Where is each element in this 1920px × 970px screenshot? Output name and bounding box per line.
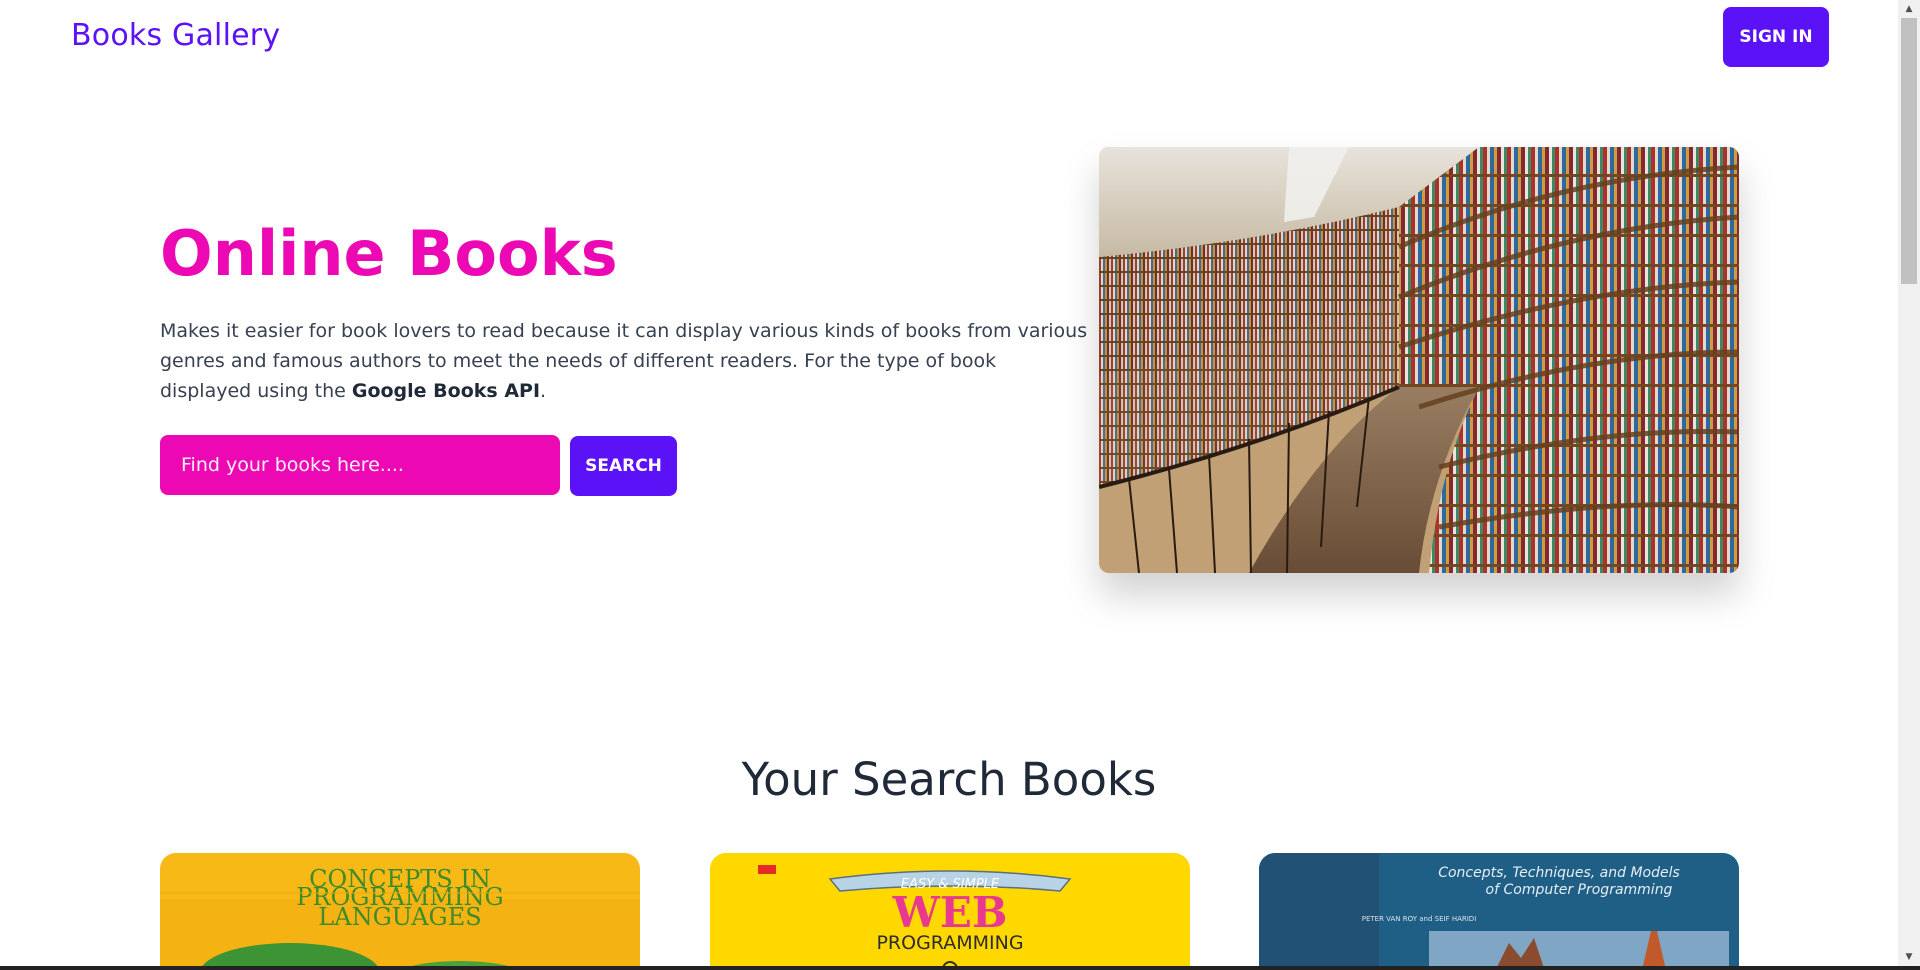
book-cover-line: of Computer Programming	[1486, 882, 1673, 898]
book-card[interactable]: Concepts, Techniques, and Models of Comp…	[1259, 853, 1739, 970]
hero-description-text: Makes it easier for book lovers to read …	[160, 320, 1088, 402]
search-input[interactable]	[160, 435, 560, 495]
scroll-down-arrow-icon[interactable]: ▼	[1898, 948, 1920, 966]
hero-title: Online Books	[160, 217, 618, 290]
hero-description-end: .	[540, 380, 547, 402]
brand-logo[interactable]: Books Gallery	[71, 18, 280, 53]
sign-in-button[interactable]: SIGN IN	[1723, 7, 1829, 67]
search-results-title: Your Search Books	[741, 753, 1157, 806]
hero-description: Makes it easier for book lovers to read …	[160, 316, 1090, 406]
google-books-api-label: Google Books API	[351, 380, 541, 402]
book-card[interactable]: CONCEPTS IN PROGRAMMING LANGUAGES	[160, 853, 640, 970]
book-cover-line: Concepts, Techniques, and Models	[1438, 865, 1680, 881]
vertical-scrollbar[interactable]: ▲ ▼	[1898, 0, 1920, 966]
book-cover-image: CONCEPTS IN PROGRAMMING LANGUAGES	[160, 853, 640, 970]
navbar: Books Gallery SIGN IN	[0, 0, 1898, 75]
book-card[interactable]: EASY & SIMPLE WEB PROGRAMMING	[710, 853, 1190, 970]
book-cover-line: PROGRAMMING	[876, 932, 1023, 954]
search-button[interactable]: SEARCH	[570, 436, 677, 496]
book-cover-line: PETER VAN ROY and SEIF HARIDI	[1362, 915, 1477, 923]
scrollbar-thumb[interactable]	[1901, 18, 1917, 284]
window-bottom-edge	[0, 966, 1920, 970]
scroll-up-arrow-icon[interactable]: ▲	[1898, 0, 1920, 18]
book-cover-line: WEB	[892, 888, 1008, 937]
book-cover-image: EASY & SIMPLE WEB PROGRAMMING	[710, 853, 1190, 970]
library-bookshelves-image	[1099, 147, 1739, 573]
page: Books Gallery SIGN IN Online Books Makes…	[0, 0, 1920, 970]
book-cover-line: LANGUAGES	[318, 903, 481, 931]
book-cover-image: Concepts, Techniques, and Models of Comp…	[1259, 853, 1739, 970]
